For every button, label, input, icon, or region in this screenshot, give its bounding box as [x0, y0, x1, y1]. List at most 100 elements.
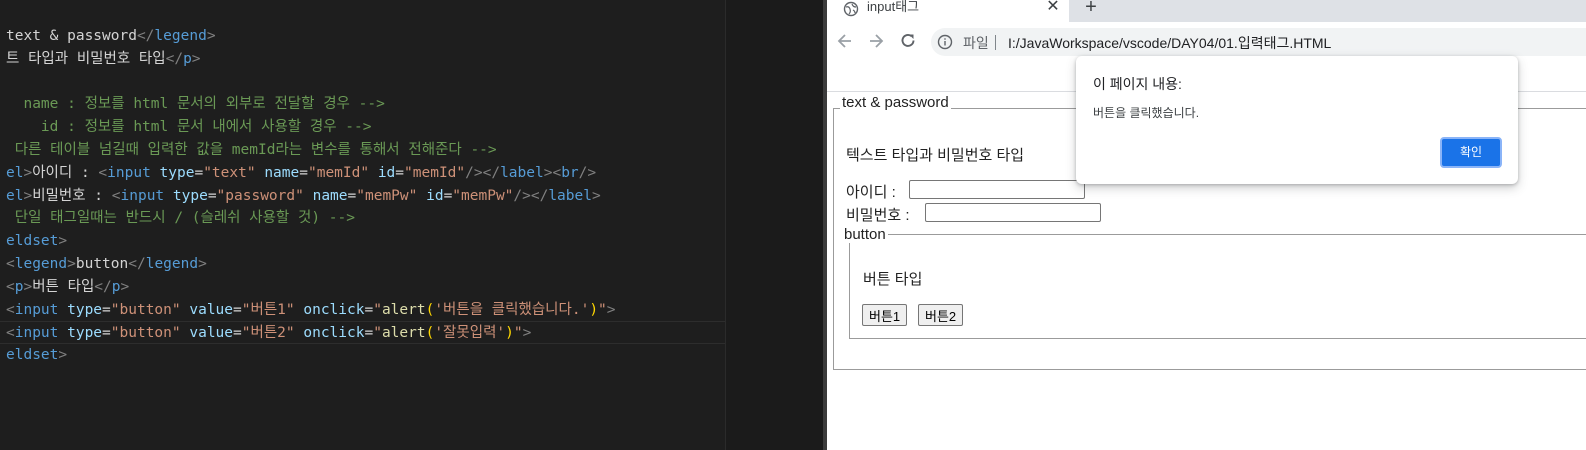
code-line[interactable]: el>비밀번호 : <input type="password" name="m… — [0, 185, 725, 208]
code-token: = — [233, 301, 242, 318]
code-token: "memPw" — [452, 187, 514, 204]
tab-active[interactable]: input태그 ✕ — [827, 0, 1069, 22]
code-editor[interactable]: text & password</legend> 트 타입과 비밀번호 타입</p… — [0, 0, 725, 450]
code-token: "memPw" — [356, 187, 418, 204]
code-token: > — [67, 256, 76, 272]
code-token: p — [111, 278, 121, 295]
code-token: < — [6, 278, 15, 295]
code-token: type — [58, 301, 103, 318]
browser-toolbar: 파일 I:/JavaWorkspace/vscode/DAY04/01.입력태그… — [827, 22, 1586, 60]
fieldset-legend-button: button — [842, 226, 888, 243]
code-token: input — [120, 187, 165, 204]
button-2[interactable]: 버튼2 — [918, 304, 964, 326]
code-token: > — [606, 301, 616, 318]
code-line[interactable]: <legend>button</legend> — [0, 253, 725, 276]
code-line[interactable]: id : 정보를 html 문서 내에서 사용할 경우 --> — [0, 116, 725, 139]
fieldset-legend-text-password: text & password — [840, 94, 951, 111]
address-bar[interactable]: 파일 I:/JavaWorkspace/vscode/DAY04/01.입력태그… — [931, 28, 1586, 56]
id-label: 아이디 : — [846, 184, 896, 201]
code-token: > — [198, 256, 207, 272]
code-line[interactable]: 단일 태그일때는 반드시 / (슬레쉬 사용할 것) --> — [0, 207, 725, 230]
code-token: value — [180, 325, 234, 342]
code-token: </ — [128, 256, 146, 272]
dialog-ok-button[interactable]: 확인 — [1440, 137, 1502, 168]
url-text[interactable]: I:/JavaWorkspace/vscode/DAY04/01.입력태그.HT… — [1008, 33, 1331, 53]
close-tab-icon[interactable]: ✕ — [1045, 0, 1061, 16]
code-line[interactable]: 다른 테이블 넘길때 입력한 값을 memId라는 변수를 통해서 전해준다 -… — [0, 139, 725, 162]
code-token: id — [369, 164, 396, 181]
code-token: id — [417, 187, 444, 204]
code-token: ) — [589, 301, 599, 318]
password-label: 비밀번호 : — [846, 207, 910, 224]
code-token: onclick — [294, 325, 365, 342]
code-token: type — [58, 325, 103, 342]
new-tab-button[interactable]: + — [1081, 0, 1101, 18]
code-token: legend — [145, 256, 199, 272]
globe-icon — [843, 1, 859, 17]
code-token: input — [107, 164, 151, 181]
button-1[interactable]: 버튼1 — [862, 304, 908, 326]
editor-empty-pane — [725, 0, 823, 450]
code-token: value — [180, 301, 234, 318]
code-token: > — [522, 325, 532, 342]
code-token: legend — [14, 256, 68, 272]
code-token: id : 정보를 html 문서 내에서 사용할 경우 --> — [6, 119, 372, 136]
code-token: name : 정보를 html 문서의 외부로 전달할 경우 --> — [6, 96, 385, 113]
code-token: = — [443, 187, 453, 204]
code-token: </ — [165, 50, 184, 67]
code-line[interactable]: <input type="button" value="버튼2" onclick… — [0, 321, 725, 345]
code-line[interactable]: 트 타입과 비밀번호 타입</p> — [0, 48, 725, 71]
code-token: "button" — [110, 301, 181, 318]
code-token: > — [191, 50, 201, 67]
code-token: </ — [94, 278, 112, 295]
code-token: = — [347, 187, 357, 204]
tab-strip: input태그 ✕ + — [827, 0, 1586, 22]
code-token: > — [23, 164, 33, 181]
forward-arrow-icon[interactable] — [866, 31, 886, 51]
info-icon[interactable] — [937, 34, 953, 50]
code-token: 버튼 타입 — [32, 278, 95, 295]
code-token: > — [58, 347, 68, 364]
code-token: >< — [543, 164, 562, 181]
code-line[interactable]: eldset> — [0, 230, 725, 253]
code-token: < — [98, 164, 108, 181]
code-token: 아이디 : — [32, 164, 99, 181]
code-token: ) — [505, 325, 514, 342]
code-token: label — [548, 187, 592, 204]
code-line[interactable]: el>아이디 : <input type="text" name="memId"… — [0, 162, 725, 185]
code-token: alert — [381, 301, 426, 318]
password-input[interactable] — [925, 203, 1101, 222]
code-token: = — [299, 164, 308, 181]
code-token: type — [150, 164, 195, 181]
code-token: = — [395, 164, 405, 181]
code-token: /></ — [465, 164, 501, 181]
dialog-message: 버튼을 클릭했습니다. — [1093, 106, 1200, 120]
code-token: "button" — [110, 325, 181, 342]
code-line[interactable]: <input type="button" value="버튼1" onclick… — [0, 299, 725, 322]
code-line[interactable]: <p>버튼 타입</p> — [0, 276, 725, 299]
code-line[interactable]: text & password</legend> — [0, 25, 725, 48]
id-input[interactable] — [909, 180, 1085, 199]
back-arrow-icon[interactable] — [835, 31, 855, 51]
code-token: > — [23, 187, 33, 204]
reload-icon[interactable] — [898, 31, 918, 51]
code-line[interactable]: name : 정보를 html 문서의 외부로 전달할 경우 --> — [0, 93, 725, 116]
code-token: " — [373, 325, 382, 342]
code-line[interactable]: eldset> — [0, 344, 725, 367]
code-token: = — [207, 187, 217, 204]
code-token: < — [111, 187, 121, 204]
code-token: br — [561, 164, 579, 181]
code-token: p — [183, 50, 192, 67]
code-token: "password" — [216, 187, 304, 204]
paragraph-text-types: 텍스트 타입과 비밀번호 타입 — [846, 147, 1025, 164]
code-token: eldset — [6, 233, 59, 250]
code-line[interactable] — [0, 71, 725, 94]
code-token: > — [120, 278, 130, 295]
code-token: label — [500, 164, 544, 181]
tab-title: input태그 — [867, 0, 920, 14]
code-token: 단일 태그일때는 반드시 / (슬레쉬 사용할 것) --> — [6, 210, 355, 227]
code-token: input — [14, 325, 59, 342]
code-token: = — [194, 164, 204, 181]
code-token: legend — [154, 28, 207, 44]
code-token: = — [102, 301, 111, 318]
